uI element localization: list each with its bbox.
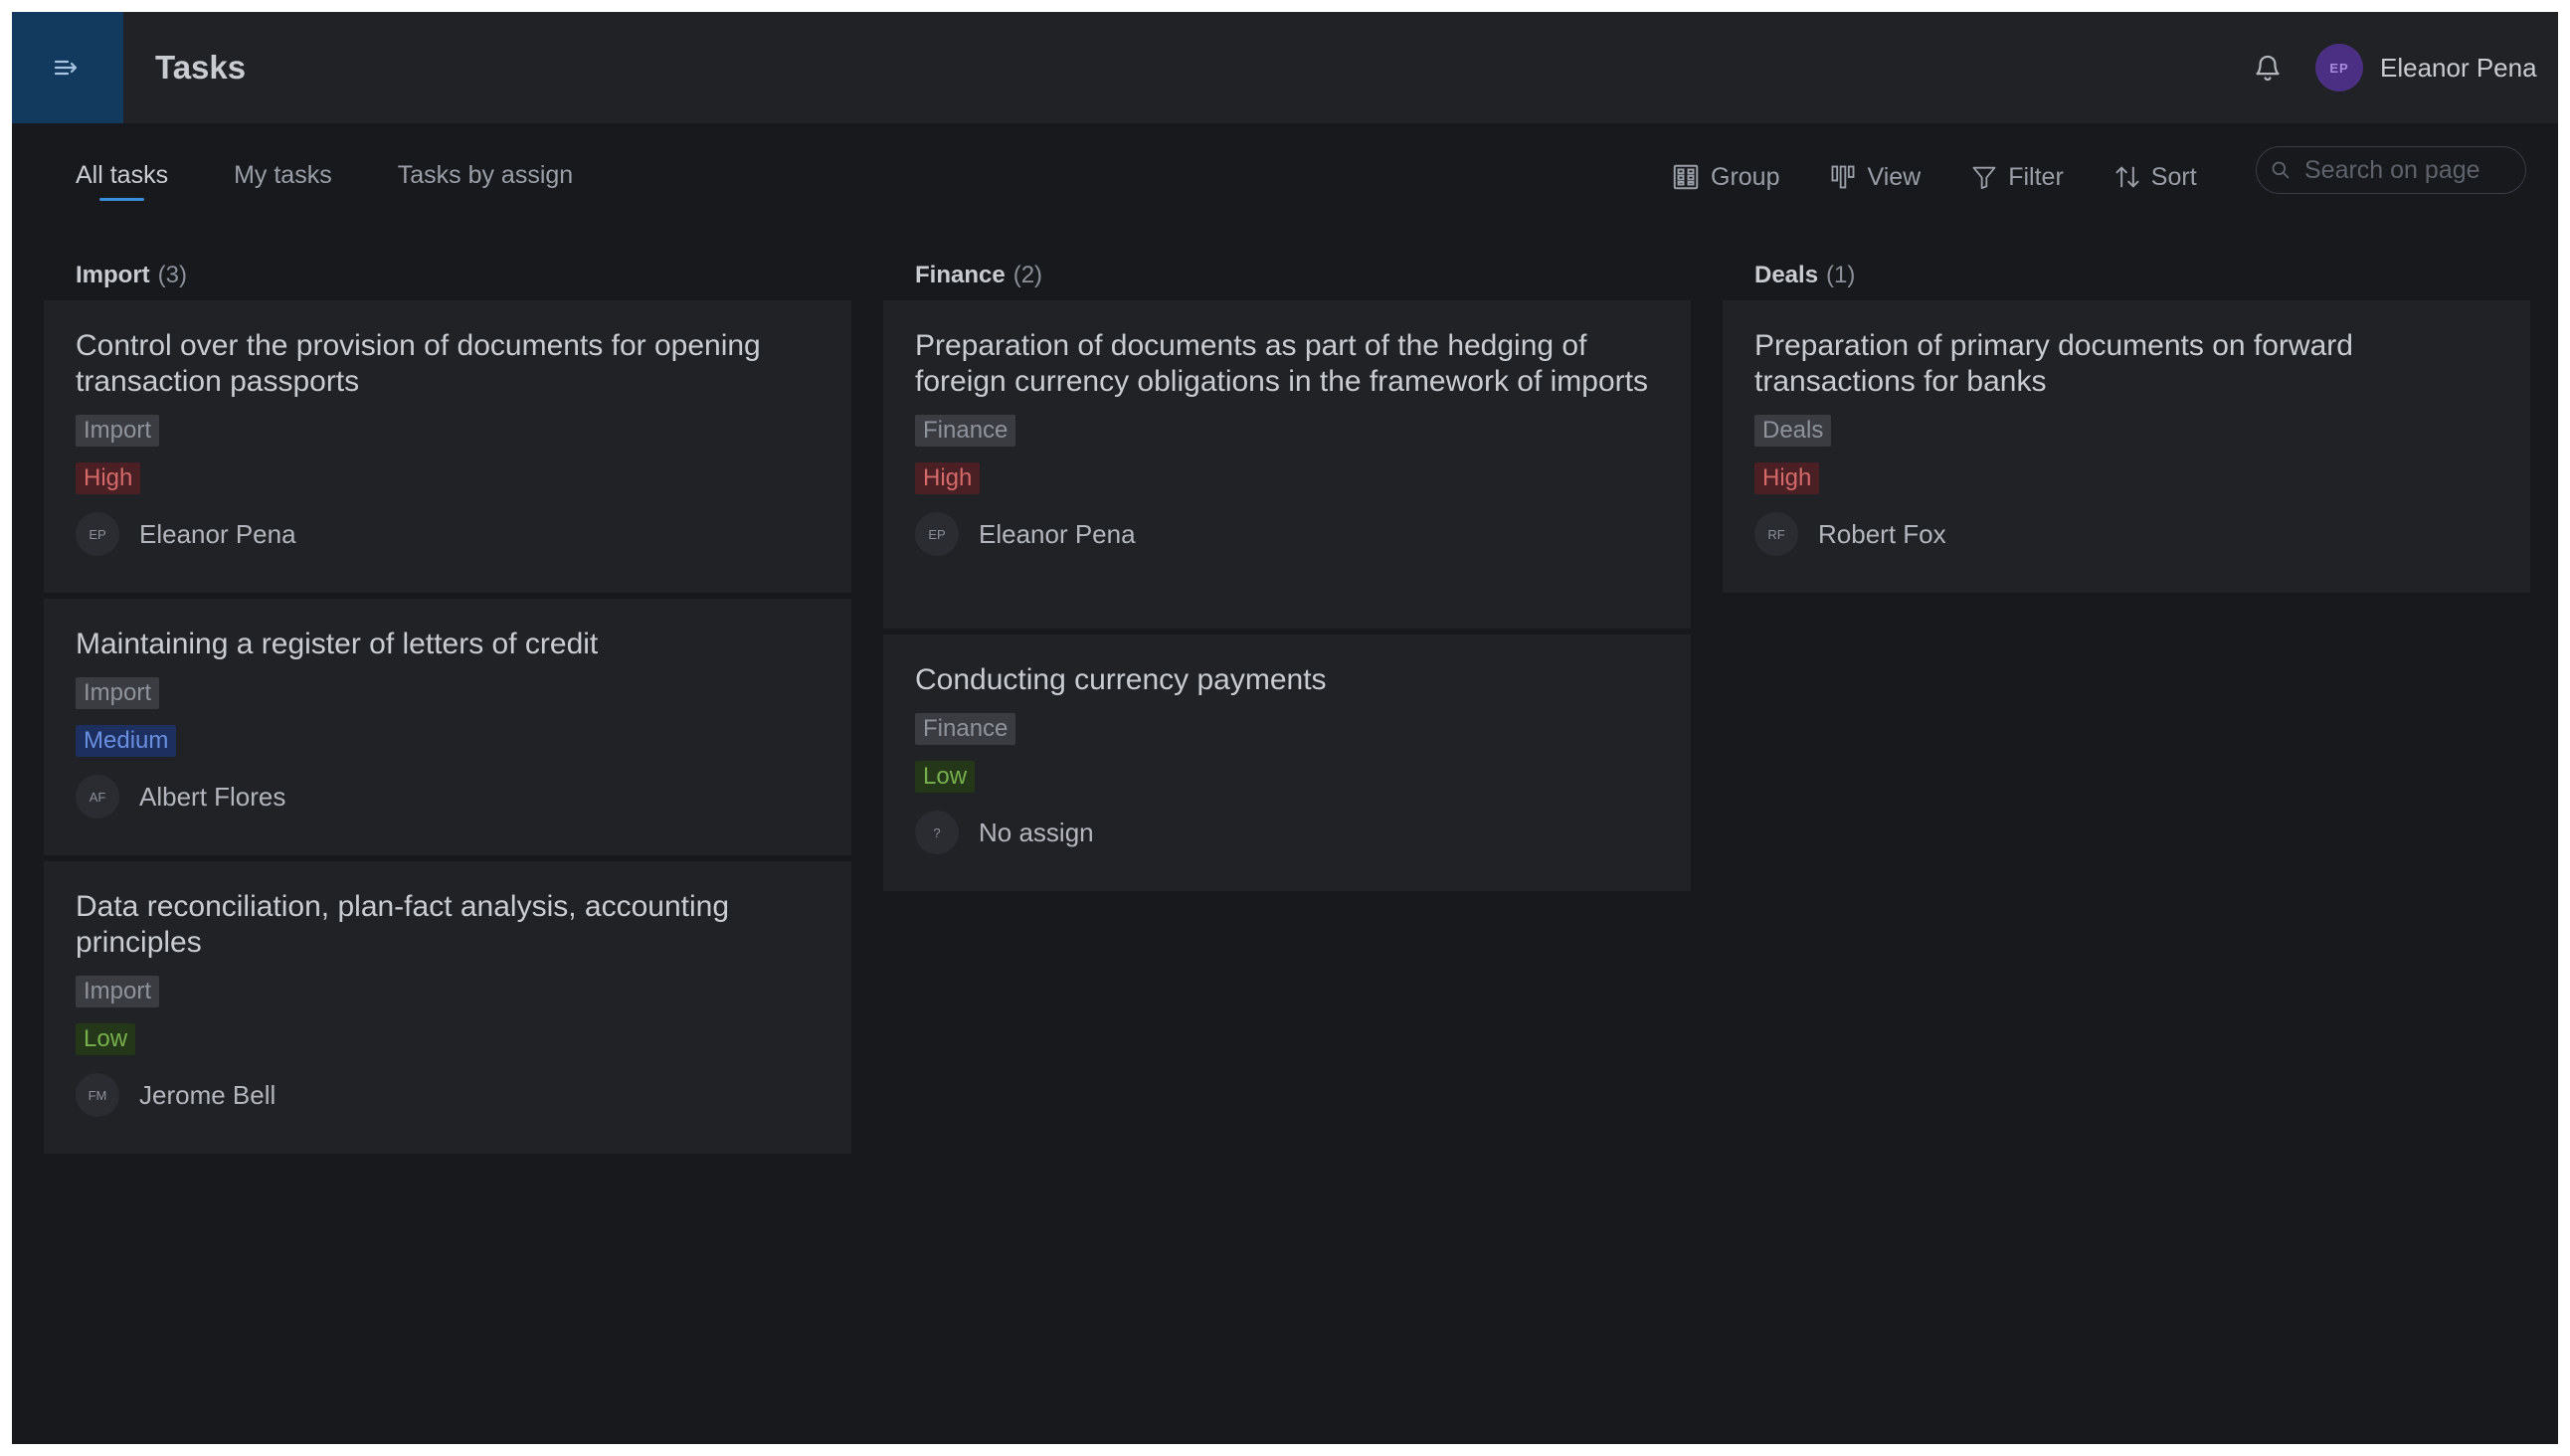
column-header: Import (3): [44, 251, 851, 300]
page-title: Tasks: [155, 49, 247, 86]
group-label: Group: [1711, 162, 1780, 191]
app-window: Tasks EP Eleanor Pena All tasks My tasks…: [12, 12, 2558, 1444]
menu-arrow-icon: [54, 60, 78, 76]
column-header: Finance (2): [883, 251, 1691, 300]
task-card[interactable]: Preparation of documents as part of the …: [883, 300, 1691, 629]
view-label: View: [1867, 162, 1922, 191]
tab-tasks-by-assign[interactable]: Tasks by assign: [398, 157, 573, 201]
column-count: (1): [1826, 262, 1856, 288]
assignee: FM Jerome Bell: [76, 1073, 820, 1117]
task-card[interactable]: Preparation of primary documents on forw…: [1723, 300, 2530, 593]
tab-my-tasks[interactable]: My tasks: [234, 157, 332, 201]
avatar: ?: [915, 811, 959, 854]
assignee-name: Eleanor Pena: [139, 518, 296, 549]
user-name: Eleanor Pena: [2380, 52, 2537, 83]
task-title: Control over the provision of documents …: [76, 329, 761, 398]
assignee: EP Eleanor Pena: [76, 512, 820, 556]
assignee-name: No assign: [979, 817, 1094, 847]
category-tag: Import: [76, 415, 160, 447]
sort-icon: [2115, 166, 2139, 188]
column-import: Import (3) Control over the provision of …: [44, 251, 851, 1160]
avatar: EP: [2315, 44, 2363, 91]
task-title: Preparation of primary documents on forw…: [1754, 329, 2353, 398]
assignee-name: Eleanor Pena: [979, 518, 1136, 549]
sort-label: Sort: [2150, 162, 2197, 191]
assignee-name: Albert Flores: [139, 781, 286, 812]
avatar: FM: [76, 1073, 119, 1117]
search-box: [2256, 146, 2526, 194]
priority-tag: High: [76, 462, 141, 494]
assignee-name: Robert Fox: [1818, 518, 1946, 549]
bell-icon: [2256, 55, 2280, 82]
avatar: AF: [76, 775, 119, 819]
column-count: (3): [157, 262, 188, 288]
category-tag: Deals: [1754, 415, 1832, 447]
category-tag: Finance: [915, 415, 1016, 447]
assignee: RF Robert Fox: [1754, 512, 2498, 556]
group-button[interactable]: Group: [1671, 162, 1779, 192]
group-icon: [1673, 164, 1699, 190]
sort-button[interactable]: Sort: [2113, 163, 2197, 192]
columns-view-icon: [1832, 165, 1855, 189]
category-tag: Import: [76, 976, 160, 1007]
filter-icon: [1972, 166, 1996, 190]
tab-all-tasks[interactable]: All tasks: [76, 157, 168, 201]
priority-tag: Medium: [76, 725, 177, 757]
assignee: EP Eleanor Pena: [915, 512, 1659, 556]
view-tabs: All tasks My tasks Tasks by assign: [76, 157, 639, 201]
top-bar: Tasks EP Eleanor Pena: [12, 12, 2558, 123]
priority-tag: Low: [915, 761, 976, 793]
priority-tag: Low: [76, 1023, 136, 1055]
task-title: Data reconciliation, plan-fact analysis,…: [76, 890, 730, 959]
column-header: Deals (1): [1723, 251, 2530, 300]
category-tag: Finance: [915, 713, 1016, 745]
user-menu[interactable]: EP Eleanor Pena: [2315, 44, 2537, 91]
column-name: Finance: [915, 262, 1006, 288]
column-finance: Finance (2) Preparation of documents as p…: [883, 251, 1691, 897]
search-input[interactable]: [2302, 154, 2525, 186]
assignee: AF Albert Flores: [76, 775, 820, 819]
task-card[interactable]: Conducting currency payments Finance Low…: [883, 635, 1691, 891]
task-card[interactable]: Maintaining a register of letters of cre…: [44, 599, 851, 855]
column-name: Deals: [1754, 262, 1819, 288]
task-title: Maintaining a register of letters of cre…: [76, 628, 599, 660]
avatar: RF: [1754, 512, 1798, 556]
task-title: Conducting currency payments: [915, 663, 1327, 696]
priority-tag: High: [915, 462, 981, 494]
column-name: Import: [76, 262, 150, 288]
assignee-name: Jerome Bell: [139, 1079, 276, 1110]
menu-toggle-button[interactable]: [12, 12, 123, 123]
filter-button[interactable]: Filter: [1970, 163, 2064, 192]
column-deals: Deals (1) Preparation of primary document…: [1723, 251, 2530, 599]
board-toolbar: Group View Filter Sort: [1671, 157, 2247, 197]
category-tag: Import: [76, 677, 160, 709]
task-title: Preparation of documents as part of the …: [915, 329, 1648, 398]
avatar: EP: [915, 512, 959, 556]
task-card[interactable]: Control over the provision of documents …: [44, 300, 851, 593]
filter-label: Filter: [2008, 162, 2064, 191]
notifications-button[interactable]: [2248, 48, 2288, 88]
avatar: EP: [76, 512, 119, 556]
priority-tag: High: [1754, 462, 1820, 494]
view-button[interactable]: View: [1829, 163, 1921, 192]
column-count: (2): [1012, 262, 1043, 288]
search-icon: [2272, 161, 2290, 179]
assignee: ? No assign: [915, 811, 1659, 854]
task-card[interactable]: Data reconciliation, plan-fact analysis,…: [44, 861, 851, 1154]
